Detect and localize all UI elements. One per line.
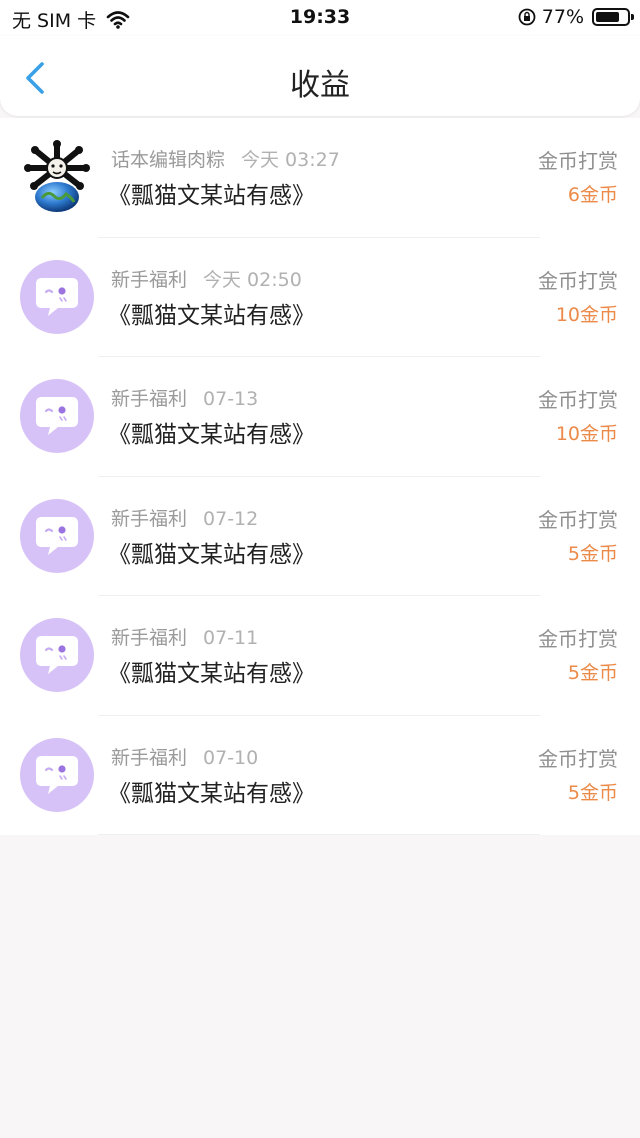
author-photo-avatar [24, 140, 90, 212]
author-name: 新手福利 [111, 507, 188, 530]
status-bar: 无 SIM 卡 19:33 77% [0, 0, 640, 36]
reward-type: 金币打赏 [538, 388, 618, 412]
work-title: 《瓢猫文某站有感》 [108, 780, 315, 807]
list-item[interactable]: 新手福利 07-10 《瓢猫文某站有感》 金币打赏 5金币 [0, 716, 640, 835]
author-name: 话本编辑肉粽 [111, 149, 226, 171]
earnings-list: 话本编辑肉粽 今天 03:27 《瓢猫文某站有感》 金币打赏 6金币 新手福利 今天 02… [0, 118, 640, 835]
chat-bubble-face-icon [36, 636, 78, 674]
list-item[interactable]: 新手福利 07-13 《瓢猫文某站有感》 金币打赏 10金币 [0, 357, 640, 477]
row-meta: 新手福利 07-12 [111, 504, 258, 531]
reward-amount: 10金币 [555, 303, 618, 326]
timestamp: 07-11 [203, 627, 259, 649]
row-divider [98, 834, 540, 835]
avatar[interactable] [20, 379, 94, 453]
nav-bar: 收益 [0, 36, 640, 116]
list-item[interactable]: 新手福利 今天 02:50 《瓢猫文某站有感》 金币打赏 10金币 [0, 238, 640, 357]
list-item[interactable]: 新手福利 07-11 《瓢猫文某站有感》 金币打赏 5金币 [0, 596, 640, 716]
chat-bubble-face-icon [36, 397, 78, 435]
timestamp: 今天 03:27 [241, 149, 340, 171]
list-item[interactable]: 新手福利 07-12 《瓢猫文某站有感》 金币打赏 5金币 [0, 477, 640, 596]
reward-type: 金币打赏 [538, 746, 618, 771]
work-title: 《瓢猫文某站有感》 [108, 302, 315, 329]
reward-type: 金币打赏 [538, 149, 618, 173]
reward-amount: 5金币 [567, 542, 618, 565]
battery-icon [592, 8, 634, 26]
avatar[interactable] [20, 498, 94, 573]
work-title: 《瓢猫文某站有感》 [108, 422, 315, 448]
timestamp: 07-12 [203, 507, 259, 530]
author-name: 新手福利 [111, 627, 188, 649]
avatar[interactable] [20, 140, 94, 214]
page-title: 收益 [290, 68, 350, 103]
orientation-lock-icon [518, 8, 536, 26]
work-title: 《瓢猫文某站有感》 [108, 541, 315, 568]
reward-type: 金币打赏 [538, 627, 618, 651]
avatar[interactable] [20, 259, 94, 334]
timestamp: 07-13 [203, 388, 259, 410]
row-meta: 新手福利 07-10 [111, 743, 258, 770]
author-name: 新手福利 [111, 746, 188, 769]
reward-amount: 6金币 [567, 184, 618, 206]
reward-amount: 5金币 [567, 781, 618, 804]
reward-amount: 10金币 [555, 423, 618, 445]
row-meta: 新手福利 07-13 [111, 384, 258, 411]
work-title: 《瓢猫文某站有感》 [108, 183, 315, 209]
battery-percent: 77% [541, 6, 584, 28]
work-title: 《瓢猫文某站有感》 [108, 661, 315, 687]
chat-bubble-face-icon [36, 277, 78, 316]
chat-bubble-face-icon [36, 755, 78, 794]
avatar[interactable] [20, 737, 94, 812]
row-meta: 新手福利 今天 02:50 [111, 265, 302, 292]
timestamp: 今天 02:50 [203, 268, 302, 291]
author-name: 新手福利 [111, 388, 188, 410]
chat-bubble-face-icon [36, 516, 78, 555]
reward-amount: 5金币 [567, 662, 618, 684]
row-meta: 新手福利 07-11 [111, 623, 258, 650]
row-meta: 话本编辑肉粽 今天 03:27 [111, 145, 340, 172]
battery-fill [596, 12, 620, 22]
author-name: 新手福利 [111, 268, 188, 291]
status-right: 77% [518, 6, 634, 28]
timestamp: 07-10 [203, 746, 259, 769]
reward-type: 金币打赏 [538, 507, 618, 532]
reward-type: 金币打赏 [538, 268, 618, 293]
avatar[interactable] [20, 618, 94, 692]
list-item[interactable]: 话本编辑肉粽 今天 03:27 《瓢猫文某站有感》 金币打赏 6金币 [0, 118, 640, 238]
